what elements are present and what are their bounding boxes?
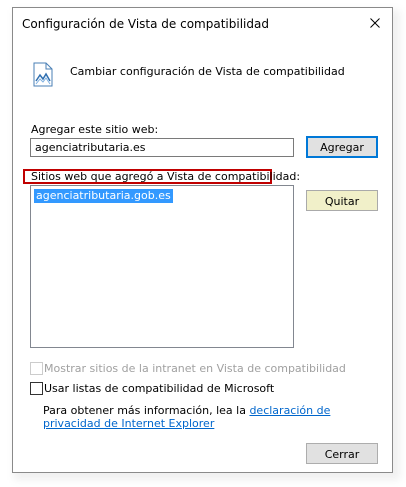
intranet-checkbox <box>30 362 43 375</box>
compatibility-view-icon <box>33 62 53 87</box>
header-text: Cambiar configuración de Vista de compat… <box>70 65 345 78</box>
add-site-input[interactable]: agenciatributaria.es <box>30 138 294 157</box>
title-bar: Configuración de Vista de compatibilidad <box>13 8 392 38</box>
close-button[interactable] <box>358 8 392 38</box>
microsoft-lists-label[interactable]: Usar listas de compatibilidad de Microso… <box>44 382 274 395</box>
site-list-item[interactable]: agenciatributaria.gob.es <box>34 189 173 203</box>
add-button[interactable]: Agregar <box>306 136 378 158</box>
compatibility-view-dialog: Configuración de Vista de compatibilidad… <box>12 7 393 473</box>
microsoft-lists-checkbox[interactable] <box>30 382 43 395</box>
close-icon <box>370 18 380 28</box>
dialog-title: Configuración de Vista de compatibilidad <box>22 17 269 31</box>
site-list[interactable]: agenciatributaria.gob.es <box>30 185 294 348</box>
intranet-label: Mostrar sitios de la intranet en Vista d… <box>44 362 346 375</box>
remove-button[interactable]: Quitar <box>306 190 378 211</box>
info-text: Para obtener más información, lea la dec… <box>43 404 373 430</box>
site-list-label: Sitios web que agregó a Vista de compati… <box>23 169 300 184</box>
info-text-body: Para obtener más información, lea la <box>43 404 250 417</box>
add-site-label: Agregar este sitio web: <box>31 123 159 136</box>
close-dialog-button[interactable]: Cerrar <box>306 443 378 464</box>
